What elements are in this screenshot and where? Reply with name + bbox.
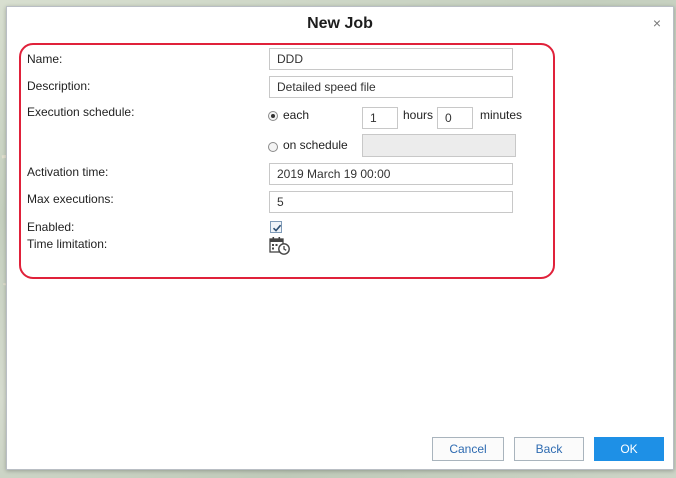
- name-label: Name:: [27, 52, 63, 66]
- minutes-input[interactable]: 0: [437, 107, 473, 129]
- activation-time-field[interactable]: 2019 March 19 00:00: [269, 163, 513, 185]
- ok-button[interactable]: OK: [594, 437, 664, 461]
- each-radio-label: each: [283, 108, 310, 122]
- on-schedule-radio-label: on schedule: [283, 138, 348, 152]
- new-job-dialog: New Job × Name: DDD Description: Detaile…: [6, 6, 674, 470]
- on-schedule-radio[interactable]: [268, 142, 278, 152]
- max-executions-label: Max executions:: [27, 192, 114, 206]
- time-limitation-label: Time limitation:: [27, 237, 108, 251]
- dialog-titlebar: New Job ×: [7, 7, 673, 39]
- enabled-label: Enabled:: [27, 220, 75, 234]
- enabled-checkbox[interactable]: [270, 221, 282, 233]
- max-executions-field[interactable]: 5: [269, 191, 513, 213]
- back-button[interactable]: Back: [514, 437, 584, 461]
- execution-schedule-label: Execution schedule:: [27, 105, 135, 119]
- activation-time-label: Activation time:: [27, 165, 109, 179]
- description-label: Description:: [27, 79, 91, 93]
- description-field[interactable]: Detailed speed file: [269, 76, 513, 98]
- calendar-clock-icon[interactable]: [269, 236, 291, 259]
- hours-input[interactable]: 1: [362, 107, 398, 129]
- dialog-title: New Job: [307, 15, 373, 32]
- on-schedule-field[interactable]: [362, 134, 516, 157]
- hours-label: hours: [403, 108, 434, 122]
- name-field[interactable]: DDD: [269, 48, 513, 70]
- minutes-label: minutes: [480, 108, 523, 122]
- each-radio[interactable]: [268, 111, 278, 121]
- cancel-button[interactable]: Cancel: [432, 437, 504, 461]
- close-icon[interactable]: ×: [649, 15, 665, 31]
